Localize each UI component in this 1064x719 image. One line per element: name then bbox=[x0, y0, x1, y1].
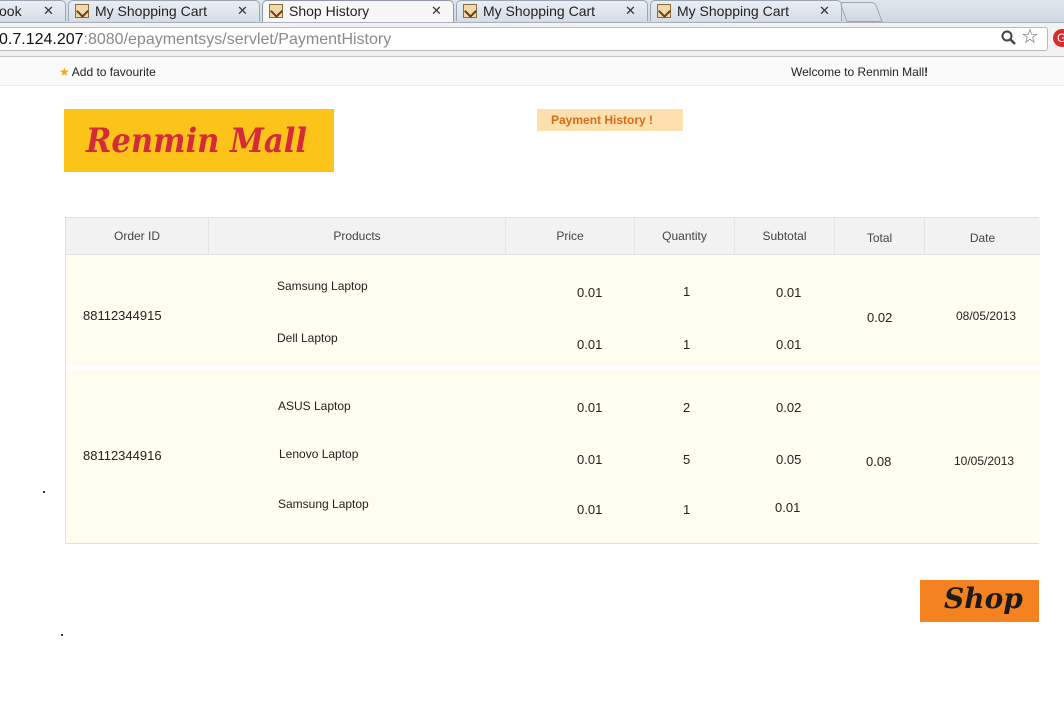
page-favicon-icon bbox=[269, 4, 283, 18]
zoom-icon[interactable] bbox=[1001, 30, 1017, 51]
new-tab-button[interactable] bbox=[839, 2, 883, 22]
payment-history-table: Order ID Products Price Quantity Subtota… bbox=[65, 217, 1040, 544]
tab-title: Shop History bbox=[289, 3, 370, 19]
page-favicon-icon bbox=[75, 4, 89, 18]
item-quantity: 2 bbox=[683, 400, 691, 415]
close-icon[interactable]: ✕ bbox=[237, 1, 248, 21]
tab-title: My Shopping Cart bbox=[677, 3, 790, 19]
order-id: 88112344916 bbox=[83, 448, 162, 463]
site-logo[interactable]: Renmin Mall bbox=[64, 109, 334, 172]
item-quantity: 5 bbox=[683, 452, 691, 467]
item-quantity: 1 bbox=[683, 502, 691, 517]
order-date: 08/05/2013 bbox=[956, 309, 1017, 323]
add-to-favourite-label: Add to favourite bbox=[71, 65, 156, 79]
item-price: 0.01 bbox=[577, 400, 603, 415]
stray-dot bbox=[43, 491, 45, 493]
column-header-order-id: Order ID bbox=[66, 218, 209, 254]
add-to-favourite-link[interactable]: ★ Add to favourite bbox=[59, 65, 156, 79]
item-price: 0.01 bbox=[577, 502, 603, 517]
welcome-mark: ! bbox=[924, 65, 929, 79]
extension-icon[interactable]: G bbox=[1053, 29, 1064, 47]
item-quantity: 1 bbox=[683, 284, 691, 299]
column-header-total: Total bbox=[835, 218, 925, 254]
page-favicon-icon bbox=[657, 4, 671, 18]
browser-tab[interactable]: My Shopping Cart ✕ bbox=[456, 0, 648, 21]
close-icon[interactable]: ✕ bbox=[431, 1, 442, 21]
product-name: Samsung Laptop bbox=[277, 279, 368, 293]
welcome-text: Welcome to Renmin Mall! bbox=[791, 65, 928, 79]
logo-text: Renmin Mall bbox=[86, 121, 308, 161]
stray-dot bbox=[61, 634, 63, 636]
tab-title: ook bbox=[0, 3, 22, 19]
browser-tab-strip: ook ✕ My Shopping Cart ✕ Shop History ✕ … bbox=[0, 0, 1064, 23]
page-favicon-icon bbox=[463, 4, 477, 18]
column-header-subtotal: Subtotal bbox=[735, 218, 835, 254]
column-header-price: Price bbox=[506, 218, 635, 254]
product-name: Lenovo Laptop bbox=[279, 447, 359, 461]
browser-tab[interactable]: My Shopping Cart ✕ bbox=[68, 0, 260, 21]
order-date: 10/05/2013 bbox=[954, 454, 1015, 468]
url-host: 0.7.124.207 bbox=[0, 31, 84, 48]
product-name: ASUS Laptop bbox=[278, 399, 351, 413]
table-header: Order ID Products Price Quantity Subtota… bbox=[66, 218, 1040, 255]
browser-tab[interactable]: ook ✕ bbox=[0, 0, 66, 21]
item-quantity: 1 bbox=[683, 337, 691, 352]
item-price: 0.01 bbox=[577, 337, 603, 352]
bookmark-star-icon[interactable]: ☆ bbox=[1021, 27, 1039, 47]
site-top-bar: ★ Add to favourite Welcome to Renmin Mall… bbox=[0, 57, 1064, 86]
tab-title: My Shopping Cart bbox=[95, 3, 208, 19]
order-total: 0.02 bbox=[867, 310, 893, 325]
item-subtotal: 0.02 bbox=[776, 400, 802, 415]
item-subtotal: 0.01 bbox=[776, 337, 802, 352]
item-subtotal: 0.05 bbox=[776, 452, 802, 467]
page-title: Payment History ! bbox=[537, 109, 683, 131]
product-name: Samsung Laptop bbox=[278, 497, 369, 511]
column-header-date: Date bbox=[969, 231, 996, 245]
url-field[interactable]: 0.7.124.207:8080/epaymentsys/servlet/Pay… bbox=[0, 27, 1048, 51]
shop-button[interactable]: Shop bbox=[920, 580, 1039, 622]
order-row: 88112344915 Samsung Laptop 0.01 1 0.01 D… bbox=[66, 255, 1040, 366]
close-icon[interactable]: ✕ bbox=[625, 1, 636, 21]
column-header-quantity: Quantity bbox=[635, 218, 735, 254]
address-bar: 0.7.124.207:8080/epaymentsys/servlet/Pay… bbox=[0, 23, 1064, 57]
tab-title: My Shopping Cart bbox=[483, 3, 596, 19]
order-row: 88112344916 ASUS Laptop 0.01 2 0.02 Leno… bbox=[66, 370, 1040, 543]
product-name: Dell Laptop bbox=[277, 331, 338, 345]
url-text: 0.7.124.207:8080/epaymentsys/servlet/Pay… bbox=[0, 29, 391, 51]
browser-tab[interactable]: My Shopping Cart ✕ bbox=[650, 0, 842, 21]
shop-button-label: Shop bbox=[944, 582, 1023, 615]
url-path: :8080/epaymentsys/servlet/PaymentHistory bbox=[83, 31, 392, 48]
order-id: 88112344915 bbox=[83, 308, 162, 323]
welcome-label: Welcome to Renmin Mall bbox=[791, 65, 925, 79]
column-header-products: Products bbox=[209, 218, 506, 254]
star-icon: ★ bbox=[59, 65, 70, 79]
order-total: 0.08 bbox=[866, 454, 892, 469]
item-price: 0.01 bbox=[577, 285, 603, 300]
item-price: 0.01 bbox=[577, 452, 603, 467]
browser-tab-active[interactable]: Shop History ✕ bbox=[262, 0, 454, 22]
close-icon[interactable]: ✕ bbox=[43, 1, 54, 21]
item-subtotal: 0.01 bbox=[776, 285, 802, 300]
close-icon[interactable]: ✕ bbox=[819, 1, 830, 21]
item-subtotal: 0.01 bbox=[775, 500, 801, 515]
